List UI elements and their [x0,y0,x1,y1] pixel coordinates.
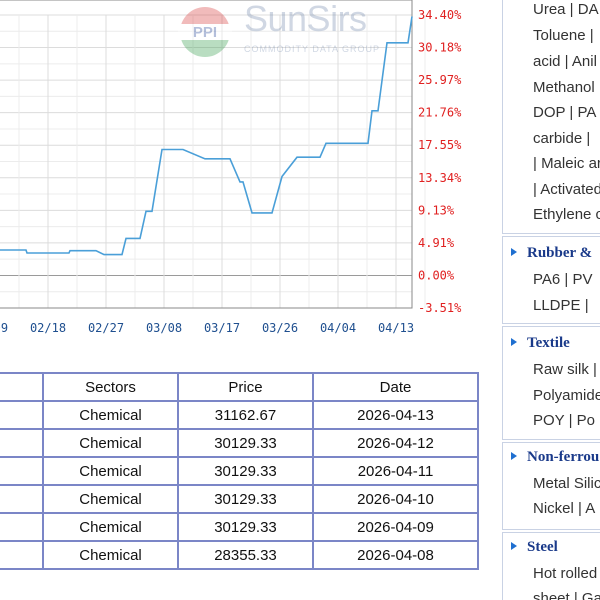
sidebar-link-line[interactable]: | Activated [533,181,600,198]
sector-cell: Chemical [42,540,179,570]
sector-cell: Chemical [42,400,179,430]
table-row: Chemical 31162.67 2026-04-13 [0,400,479,430]
sidebar-link-line[interactable]: PA6 | PV [533,271,592,288]
table-row: Chemical 28355.33 2026-04-08 [0,540,479,570]
price-table: Sectors Price Date Chemical 31162.67 202… [0,372,479,570]
x-tick-label: 03/26 [262,321,298,335]
y-tick-label: 4.91% [418,236,455,250]
table-row: Chemical 30129.33 2026-04-11 [0,456,479,486]
sidebar-link-line[interactable]: Methanol [533,79,595,96]
x-tick-label: 02/18 [30,321,66,335]
svg-text:PPI: PPI [193,24,217,41]
table-row: Chemical 30129.33 2026-04-10 [0,484,479,514]
y-tick-label: 9.13% [418,203,455,217]
category-header-steel[interactable]: Steel [511,539,558,556]
sidebar-link-line[interactable]: Ethylene c [533,206,600,223]
y-tick-label: 0.00% [418,268,455,282]
header-date: Date [312,372,479,402]
row-blank-cell [0,428,44,458]
sidebar-link-line[interactable]: POY | Po [533,412,595,429]
category-header-textile[interactable]: Textile [511,335,570,352]
sidebar-link-line[interactable]: Urea | DA [533,1,599,18]
sidebar-link-line[interactable]: sheet | Ga [533,590,600,600]
date-cell: 2026-04-10 [312,484,479,514]
row-blank-cell [0,512,44,542]
sunsirs-watermark: PPI SunSirs COMMODITY DATA GROUP [172,0,402,62]
x-tick-label: 04/04 [320,321,356,335]
sidebar-link-line[interactable]: Hot rolled [533,565,597,582]
date-cell: 2026-04-11 [312,456,479,486]
price-index-chart: 34.40% 30.18% 25.97% 21.76% 17.55% 13.34% 9.13… [0,0,500,355]
sidebar-link-line[interactable]: Toluene | [533,27,594,44]
category-textile: Textile Raw silk | Polyamide POY | Po [502,326,600,440]
row-blank-cell [0,484,44,514]
date-cell: 2026-04-08 [312,540,479,570]
price-cell: 31162.67 [177,400,314,430]
commodity-sidebar: Urea | DA Toluene | acid | Anil Methanol… [502,0,600,600]
row-blank-cell [0,456,44,486]
price-cell: 30129.33 [177,484,314,514]
header-sectors: Sectors [42,372,179,402]
row-blank-cell [0,400,44,430]
header-price: Price [177,372,314,402]
sector-cell: Chemical [42,428,179,458]
y-tick-label: 30.18% [418,41,462,55]
brand-name: SunSirs [244,0,367,39]
category-nonferrous: Non-ferrou Metal Silic Nickel | A [502,442,600,530]
y-tick-label: 13.34% [418,171,462,185]
sidebar-link-line[interactable]: carbide | [533,130,590,147]
sidebar-link-line[interactable]: Polyamide [533,387,600,404]
sidebar-link-line[interactable]: acid | Anil [533,53,597,70]
y-tick-label: 17.55% [418,138,462,152]
row-blank-cell [0,540,44,570]
category-rubber: Rubber & PA6 | PV LLDPE | [502,236,600,324]
sidebar-link-line[interactable]: DOP | PA [533,104,596,121]
y-tick-label: 25.97% [418,73,462,87]
price-cell: 30129.33 [177,428,314,458]
brand-subtitle: COMMODITY DATA GROUP [244,44,381,54]
y-tick-label: 21.76% [418,106,462,120]
category-header-nonferrous[interactable]: Non-ferrou [511,449,599,466]
date-cell: 2026-04-12 [312,428,479,458]
price-cell: 30129.33 [177,456,314,486]
x-tick-label: 03/08 [146,321,182,335]
x-tick-label: 02/27 [88,321,124,335]
category-steel: Steel Hot rolled sheet | Ga [502,532,600,600]
table-header-blank [0,372,44,402]
triangle-bullet-icon [511,338,517,346]
x-tick-label: 02/09 [0,321,8,335]
table-row: Chemical 30129.33 2026-04-09 [0,512,479,542]
y-tick-label: -3.51% [418,301,462,315]
sector-cell: Chemical [42,456,179,486]
triangle-bullet-icon [511,542,517,550]
triangle-bullet-icon [511,248,517,256]
ppi-logo-icon: PPI [178,7,232,57]
sidebar-link-line[interactable]: | Maleic ar [533,155,600,172]
x-tick-label: 03/17 [204,321,240,335]
date-cell: 2026-04-13 [312,400,479,430]
y-tick-label: 34.40% [418,8,462,22]
sector-cell: Chemical [42,512,179,542]
date-cell: 2026-04-09 [312,512,479,542]
sidebar-link-line[interactable]: LLDPE | [533,297,589,314]
sector-cell: Chemical [42,484,179,514]
price-cell: 30129.33 [177,512,314,542]
sidebar-link-line[interactable]: Raw silk | [533,361,597,378]
table-row: Chemical 30129.33 2026-04-12 [0,428,479,458]
table-header-row: Sectors Price Date [0,372,479,402]
triangle-bullet-icon [511,452,517,460]
x-tick-label: 04/13 [378,321,414,335]
category-chemical: Urea | DA Toluene | acid | Anil Methanol… [502,0,600,234]
category-header-rubber[interactable]: Rubber & [511,245,592,262]
sidebar-link-line[interactable]: Metal Silic [533,475,600,492]
sidebar-link-line[interactable]: Nickel | A [533,500,595,517]
price-cell: 28355.33 [177,540,314,570]
